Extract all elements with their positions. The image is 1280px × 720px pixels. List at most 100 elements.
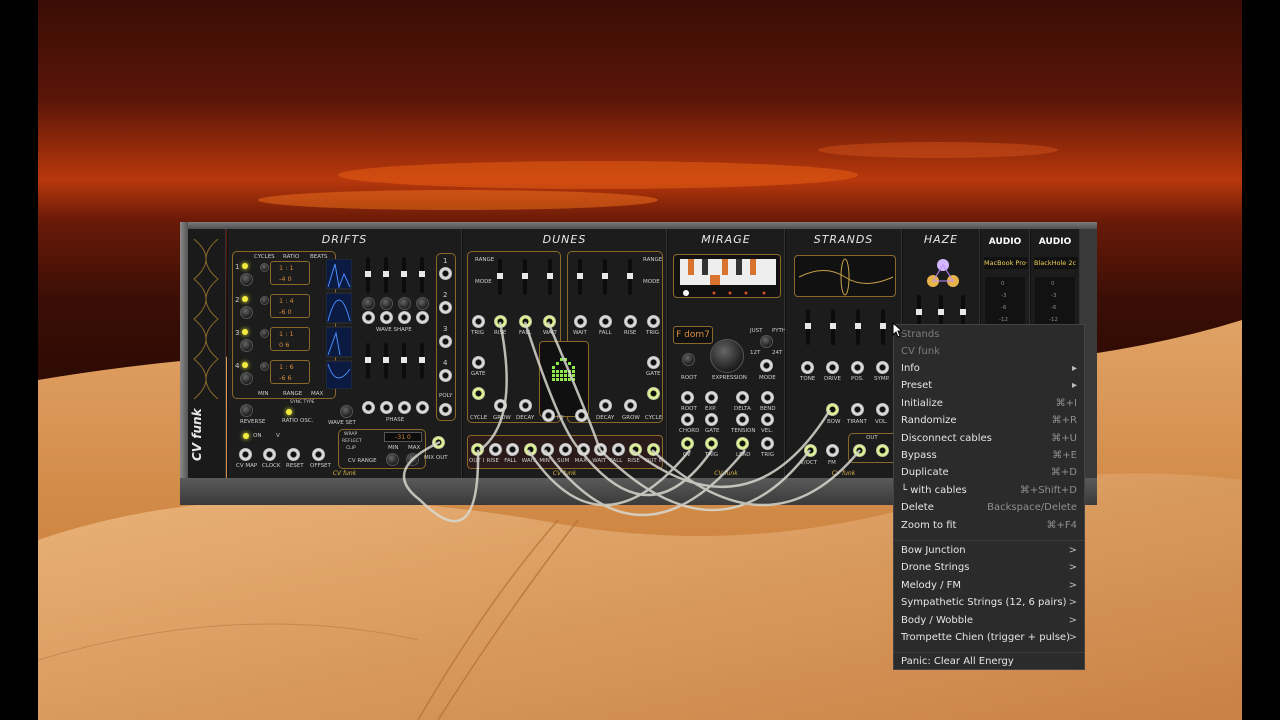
phase-slider-3[interactable] [401,343,407,379]
preset-item[interactable]: Drone Strings > [901,560,1077,576]
gate-jack-i[interactable] [472,356,485,369]
bend-jack[interactable] [761,391,774,404]
wave-jack-2[interactable] [380,311,393,324]
preset-item[interactable]: Trompette Chien (trigger + pulse) > [901,630,1077,646]
decay-jack-i[interactable] [519,399,532,412]
menu-item-preset[interactable]: Preset ▸ [901,378,1077,394]
menu-item-initialize[interactable]: Initialize ⌘+I [901,396,1077,412]
output-jack[interactable] [647,443,660,456]
tuning-knob[interactable] [760,335,773,348]
wait-jack-i[interactable] [543,315,556,328]
delta-jack[interactable] [736,391,749,404]
audio-device-display[interactable]: MacBook Pro· [984,257,1028,269]
clock-jack[interactable] [263,448,276,461]
preset-item[interactable]: Body / Wobble > [901,613,1077,629]
wait-slider-i[interactable] [547,259,553,295]
out-4-jack[interactable] [439,369,452,382]
cycles-knob[interactable] [240,306,253,319]
menu-item-info[interactable]: Info ▸ [901,361,1077,377]
trig-out-jack[interactable] [761,437,774,450]
reset-jack[interactable] [287,448,300,461]
out-i-jack-center[interactable] [542,409,555,422]
mode-jack[interactable] [760,359,773,372]
cycles-small-knob[interactable] [260,296,269,305]
wave-shape-slider-4[interactable] [419,257,425,293]
lead-jack[interactable] [736,437,749,450]
root-jack[interactable] [681,391,694,404]
phase-jack-2[interactable] [380,401,393,414]
bow-jack[interactable] [826,403,839,416]
offset-jack[interactable] [312,448,325,461]
cv-jack[interactable] [681,437,694,450]
output-jack[interactable] [559,443,572,456]
context-menu[interactable]: Strands CV funk Info ▸ Preset ▸ Initialize ⌘+… [893,324,1085,670]
fm-jack[interactable] [826,444,839,457]
wait-slider-ii[interactable] [577,259,583,295]
cycles-small-knob[interactable] [260,329,269,338]
wave-shape-slider-3[interactable] [401,257,407,293]
phase-jack-1[interactable] [362,401,375,414]
menu-item-disconnect-cables[interactable]: Disconnect cables ⌘+U [901,431,1077,447]
wave-jack-1[interactable] [362,311,375,324]
expression-knob[interactable] [710,339,744,373]
menu-item-delete[interactable]: Delete Backspace/Delete [901,500,1077,516]
wave-knob-4[interactable] [416,297,429,310]
vol-jack[interactable] [876,403,889,416]
dunes-module[interactable]: DUNES RANGE RANGE MODE MODE TRIG RISE FA… [462,229,667,478]
out-2-jack[interactable] [439,301,452,314]
chord-jack[interactable] [681,413,694,426]
rise-jack-ii[interactable] [624,315,637,328]
fall-jack-ii[interactable] [599,315,612,328]
wave-knob-2[interactable] [380,297,393,310]
cycle-jack-i[interactable] [472,387,485,400]
menu-item-zoom-to-fit[interactable]: Zoom to fit ⌘+F4 [901,518,1077,534]
poly-jack[interactable] [439,403,452,416]
wave-set-knob[interactable] [340,405,353,418]
wave-knob-1[interactable] [362,297,375,310]
out-left-jack[interactable] [853,444,866,457]
wave-shape-slider-2[interactable] [383,257,389,293]
cycles-knob[interactable] [240,339,253,352]
wave-knob-3[interactable] [398,297,411,310]
symp-slider[interactable] [880,309,886,345]
menu-item-randomize[interactable]: Randomize ⌘+R [901,413,1077,429]
out-right-jack[interactable] [876,444,889,457]
drifts-module[interactable]: DRIFTS CYCLES RATIO BEATS 1 1 : 1 -4 0 2… [227,229,462,478]
reverse-knob[interactable] [240,404,253,417]
output-jack[interactable] [488,443,502,456]
trig-jack-ii[interactable] [647,315,660,328]
grow-jack-i[interactable] [494,399,507,412]
preset-item[interactable]: Melody / FM > [901,578,1077,594]
root-knob[interactable] [682,353,695,366]
mix-out-jack[interactable] [432,436,445,449]
gate-jack-ii[interactable] [647,356,660,369]
rise-slider-ii[interactable] [627,259,633,295]
menu-item-with-cables[interactable]: └ with cables ⌘+Shift+D [901,483,1077,499]
out-1-jack[interactable] [439,267,452,280]
pos-jack[interactable] [851,361,864,374]
trig-jack[interactable] [705,437,718,450]
out-ii-jack-center[interactable] [575,409,588,422]
cycles-small-knob[interactable] [260,263,269,272]
trig-jack-i[interactable] [472,315,485,328]
tone-jack[interactable] [801,361,814,374]
cycles-knob[interactable] [240,273,253,286]
fall-slider-i[interactable] [522,259,528,295]
menu-item-duplicate[interactable]: Duplicate ⌘+D [901,465,1077,481]
rise-jack-i[interactable] [494,315,507,328]
strands-module[interactable]: STRANDS TONE DRIVE POS. SYMP. BOW TIRANT… [785,229,902,478]
tone-slider[interactable] [805,309,811,345]
symp-jack[interactable] [876,361,889,374]
drive-slider[interactable] [830,309,836,345]
cycles-knob[interactable] [240,372,253,385]
phase-slider-4[interactable] [419,343,425,379]
voct-jack[interactable] [804,444,817,457]
audio-device-display[interactable]: BlackHole 2c [1034,257,1078,269]
exp-jack[interactable] [705,391,718,404]
out-3-jack[interactable] [439,335,452,348]
wave-jack-4[interactable] [416,311,429,324]
grow-jack-ii[interactable] [624,399,637,412]
range-max-knob[interactable] [406,453,419,466]
cv-map-jack[interactable] [239,448,252,461]
wave-jack-3[interactable] [398,311,411,324]
